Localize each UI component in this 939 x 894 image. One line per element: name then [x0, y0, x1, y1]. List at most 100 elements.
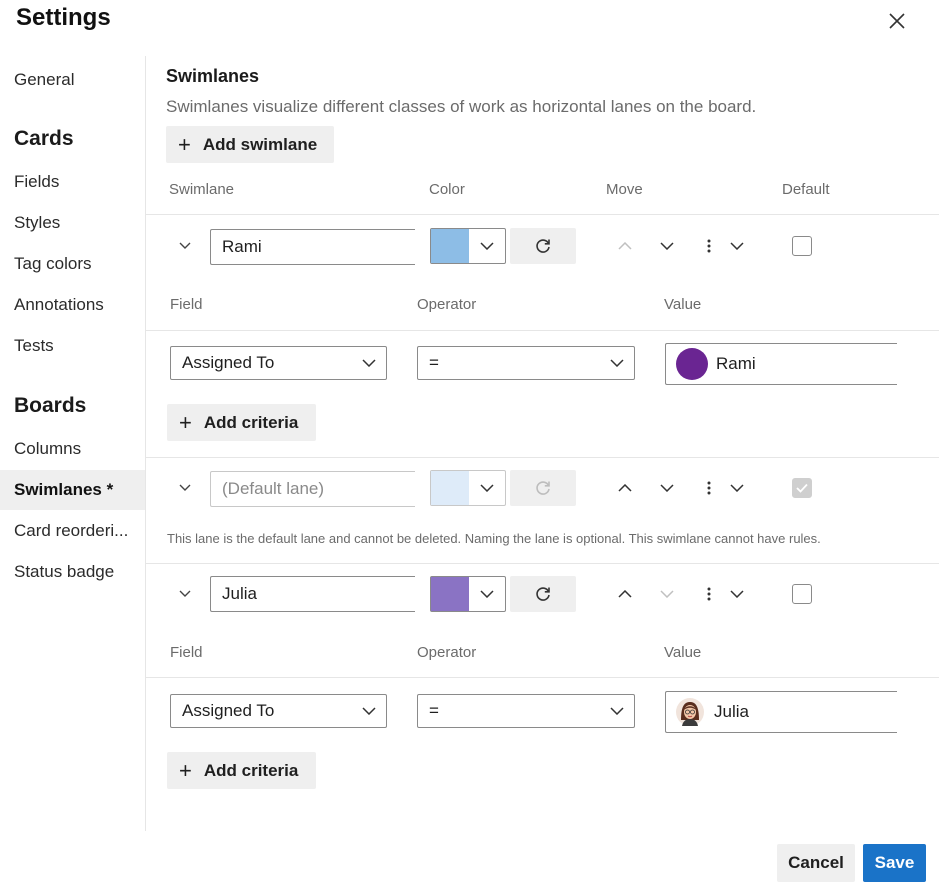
default-lane-checkbox[interactable]	[792, 584, 812, 604]
add-criteria-label: Add criteria	[203, 760, 299, 780]
operator-dropdown-value: =	[429, 353, 439, 372]
more-options-button[interactable]	[698, 477, 720, 499]
chevron-down-icon	[362, 707, 376, 715]
sidebar-heading-boards: Boards	[14, 394, 87, 417]
chevron-down-icon	[469, 577, 505, 611]
operator-dropdown[interactable]: =	[417, 694, 635, 728]
close-icon	[889, 13, 905, 29]
collapse-lane-button[interactable]	[174, 235, 196, 257]
column-header-swimlane: Swimlane	[169, 181, 235, 198]
criteria-header-field: Field	[170, 644, 203, 661]
expand-options-button[interactable]	[726, 477, 748, 499]
criteria-header-operator: Operator	[417, 644, 477, 661]
more-options-button[interactable]	[698, 235, 720, 257]
save-button[interactable]: Save	[863, 844, 926, 882]
swimlane-name-input[interactable]: Julia	[210, 576, 415, 612]
column-header-color: Color	[429, 181, 465, 198]
divider	[146, 563, 939, 564]
chevron-down-icon	[610, 707, 624, 715]
sidebar-item-tests[interactable]: Tests	[0, 326, 145, 366]
chevron-down-icon	[730, 590, 744, 598]
more-vertical-icon	[707, 239, 711, 253]
swimlane-name-input[interactable]: Rami	[210, 229, 415, 265]
divider	[146, 677, 939, 678]
chevron-down-icon	[730, 484, 744, 492]
field-dropdown[interactable]: Assigned To	[170, 694, 387, 728]
sidebar-item-status-badge[interactable]: Status badge	[0, 552, 145, 592]
dialog-title: Settings	[16, 4, 111, 31]
chevron-down-icon	[610, 359, 624, 367]
sidebar-heading-cards: Cards	[14, 127, 74, 150]
chevron-down-icon	[660, 242, 674, 250]
collapse-lane-button[interactable]	[174, 583, 196, 605]
field-dropdown-value: Assigned To	[182, 353, 275, 372]
reset-color-button[interactable]	[510, 470, 576, 506]
swimlane-name-input[interactable]: (Default lane)	[210, 471, 415, 507]
move-down-button[interactable]	[656, 235, 678, 257]
settings-sidebar: General Cards Fields Styles Tag colors A…	[0, 56, 146, 831]
chevron-up-icon	[618, 242, 632, 250]
chevron-down-icon	[730, 242, 744, 250]
color-picker[interactable]	[430, 228, 506, 264]
add-criteria-label: Add criteria	[203, 412, 299, 432]
checkmark-icon	[796, 483, 808, 493]
cancel-button[interactable]: Cancel	[777, 844, 855, 882]
default-lane-note: This lane is the default lane and cannot…	[167, 531, 821, 546]
column-header-default: Default	[782, 181, 830, 198]
value-identity-picker[interactable]: Julia	[665, 691, 897, 733]
sidebar-item-general[interactable]: General	[0, 60, 145, 100]
sidebar-item-annotations[interactable]: Annotations	[0, 285, 145, 325]
color-picker[interactable]	[430, 470, 506, 506]
color-swatch	[431, 577, 469, 611]
chevron-down-icon	[179, 484, 191, 491]
sidebar-item-card-reordering[interactable]: Card reorderi...	[0, 511, 145, 551]
field-dropdown[interactable]: Assigned To	[170, 346, 387, 380]
more-vertical-icon	[707, 587, 711, 601]
close-button[interactable]	[884, 8, 910, 34]
refresh-icon	[536, 481, 550, 495]
divider	[146, 214, 939, 215]
field-dropdown-value: Assigned To	[182, 701, 275, 720]
chevron-down-icon	[469, 229, 505, 263]
reset-color-button[interactable]	[510, 576, 576, 612]
expand-options-button[interactable]	[726, 583, 748, 605]
move-down-button[interactable]	[656, 477, 678, 499]
section-title: Swimlanes	[166, 66, 260, 86]
criteria-header-operator: Operator	[417, 296, 477, 313]
more-vertical-icon	[707, 481, 711, 495]
plus-icon: +	[179, 757, 192, 783]
add-criteria-button[interactable]: + Add criteria	[167, 752, 316, 789]
color-picker[interactable]	[430, 576, 506, 612]
sidebar-item-styles[interactable]: Styles	[0, 203, 145, 243]
chevron-down-icon	[469, 471, 505, 505]
expand-options-button[interactable]	[726, 235, 748, 257]
default-lane-checkbox[interactable]	[792, 236, 812, 256]
move-down-button[interactable]	[656, 583, 678, 605]
sidebar-item-fields[interactable]: Fields	[0, 162, 145, 202]
sidebar-item-swimlanes[interactable]: Swimlanes *	[0, 470, 145, 510]
color-swatch	[431, 471, 469, 505]
more-options-button[interactable]	[698, 583, 720, 605]
sidebar-item-tag-colors[interactable]: Tag colors	[0, 244, 145, 284]
move-up-button[interactable]	[614, 477, 636, 499]
add-swimlane-button[interactable]: + Add swimlane	[166, 126, 334, 163]
refresh-icon	[536, 587, 550, 601]
collapse-lane-button[interactable]	[174, 477, 196, 499]
reset-color-button[interactable]	[510, 228, 576, 264]
sidebar-item-columns[interactable]: Columns	[0, 429, 145, 469]
divider	[146, 457, 939, 458]
value-identity-picker[interactable]: Rami	[665, 343, 897, 385]
operator-dropdown[interactable]: =	[417, 346, 635, 380]
plus-icon: +	[179, 409, 192, 435]
move-up-button[interactable]	[614, 235, 636, 257]
move-up-button[interactable]	[614, 583, 636, 605]
chevron-down-icon	[660, 590, 674, 598]
default-lane-checkbox[interactable]	[792, 478, 812, 498]
avatar	[676, 348, 708, 380]
chevron-down-icon	[179, 242, 191, 249]
value-text: Julia	[714, 702, 749, 721]
add-criteria-button[interactable]: + Add criteria	[167, 404, 316, 441]
plus-icon: +	[178, 131, 191, 157]
column-header-move: Move	[606, 181, 643, 198]
criteria-header-field: Field	[170, 296, 203, 313]
